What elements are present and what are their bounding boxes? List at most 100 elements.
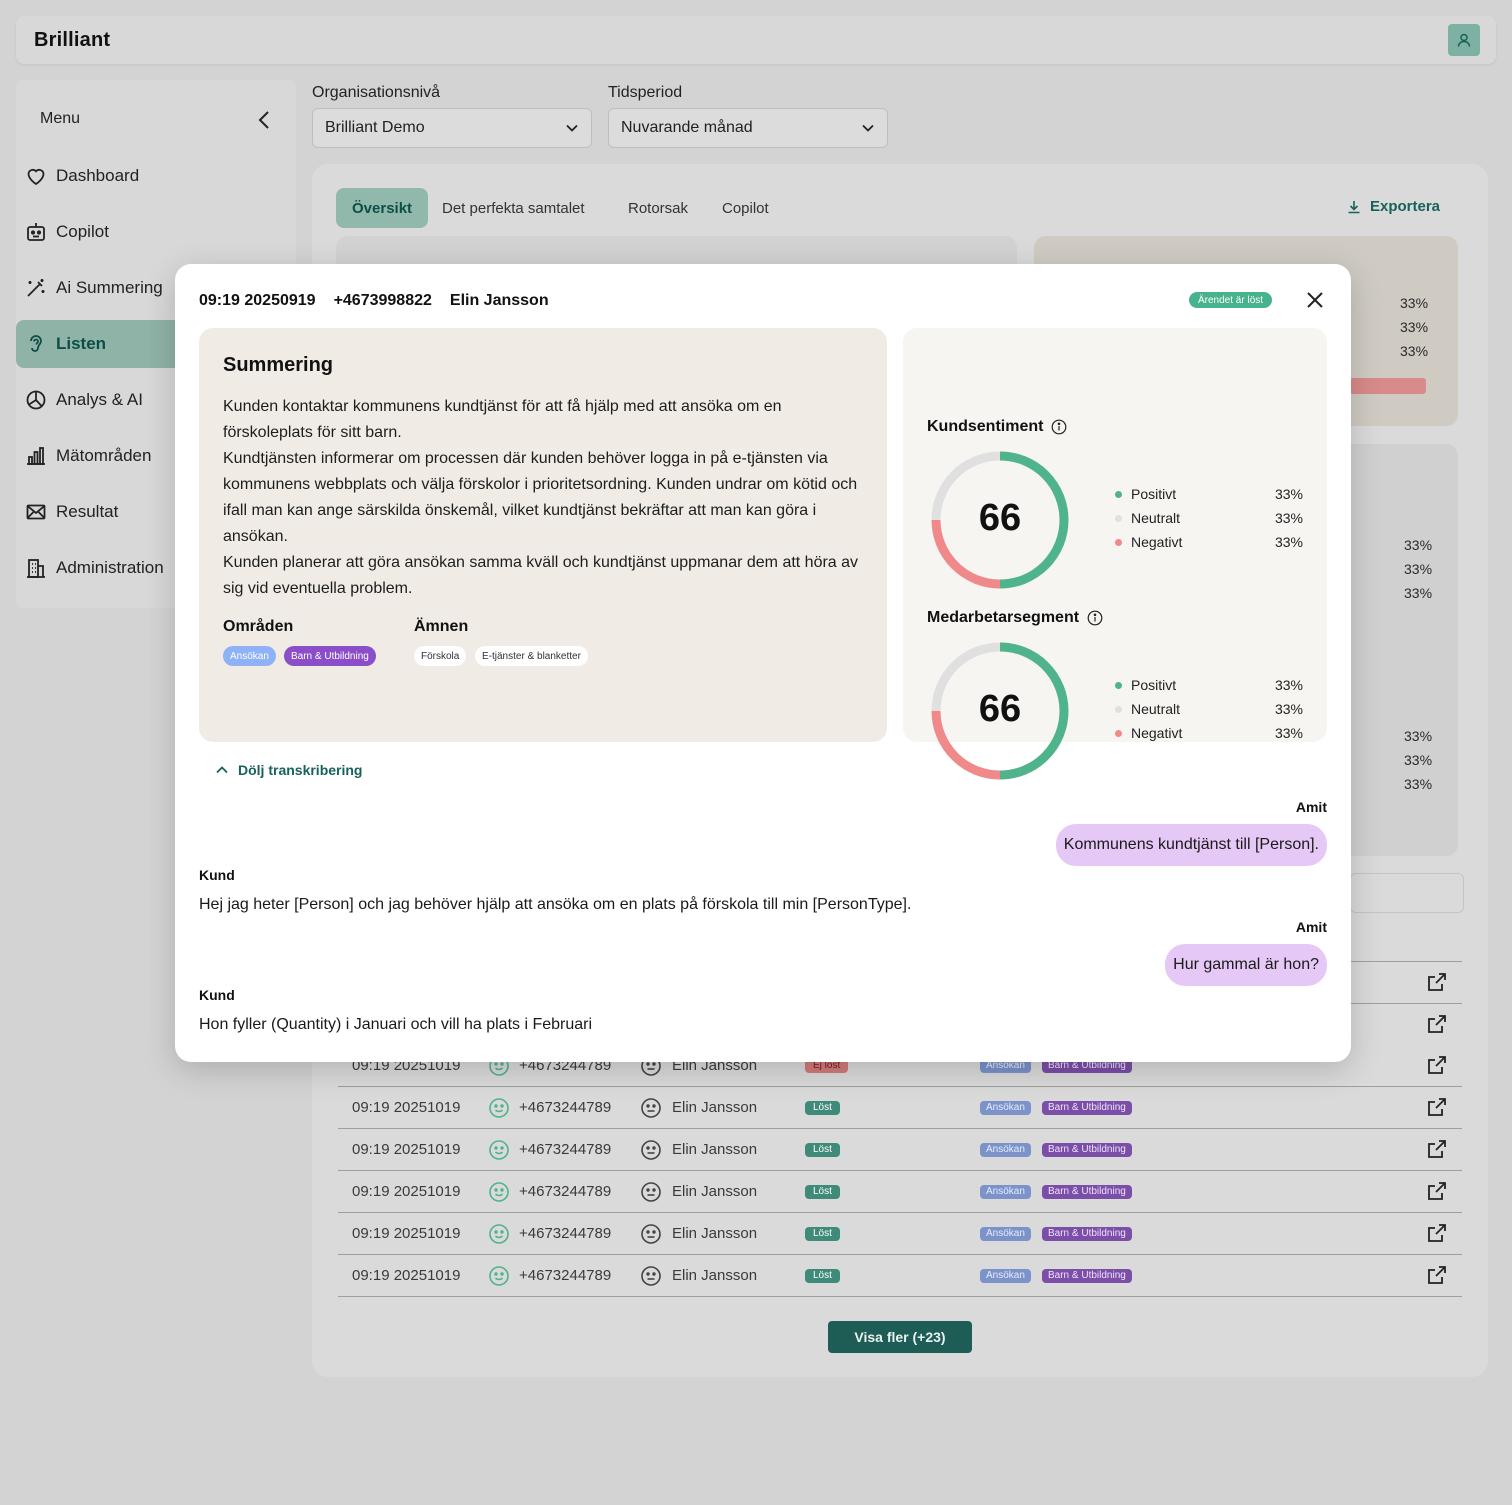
table-search-input[interactable] [1350, 873, 1464, 913]
ear-icon [30, 335, 42, 352]
legend-value: 33% [1274, 510, 1303, 526]
external-link-icon[interactable] [1426, 1180, 1448, 1206]
row-divider [1350, 961, 1462, 962]
info-icon[interactable] [1087, 610, 1103, 626]
chevron-up-icon [216, 766, 228, 774]
area-tag: Ansökan [980, 1185, 1031, 1199]
user-avatar-button[interactable] [1448, 24, 1480, 56]
external-link-icon[interactable] [1426, 1096, 1448, 1122]
external-link-icon[interactable] [1426, 1013, 1448, 1035]
transcript-speaker: Amit [1295, 799, 1327, 815]
sentiment-title-text: Medarbetarsegment [927, 609, 1080, 626]
agent-message-bubble: Hur gammal är hon? [1165, 944, 1327, 986]
legend-dot [1115, 705, 1122, 713]
call-agent: Elin Jansson [449, 292, 549, 309]
smile-icon [488, 1265, 510, 1291]
sentiment-donut: 66 [931, 642, 1069, 780]
negative-bar [1350, 378, 1426, 394]
row-agent: Elin Jansson [672, 1267, 758, 1284]
summary-text: Kunden kontaktar kommunens kundtjänst fö… [223, 394, 867, 602]
legend-value: 33% [1274, 677, 1303, 693]
period-value: Nuvarande månad [621, 119, 753, 136]
sidebar-item-matomraden[interactable]: Mätområden [16, 432, 176, 480]
table-row[interactable]: 09:19 20251019 +4673244789 Elin Jansson Lös… [338, 1171, 1462, 1213]
legend-dot [1115, 681, 1122, 689]
legend-value: 33% [1274, 701, 1303, 717]
period-select[interactable]: Nuvarande månad [608, 108, 888, 148]
transcript-speaker: Amit [1295, 919, 1327, 935]
sidebar-item-label: Resultat [56, 502, 119, 521]
external-link-icon[interactable] [1426, 1264, 1448, 1290]
app-logo[interactable]: Brilliant [34, 29, 110, 52]
close-icon[interactable] [1303, 288, 1327, 312]
area-tag: Barn & Utbildning [1042, 1185, 1132, 1199]
sentiment-card: Kundsentiment 66 Positivt 33% Neutralt 33%… [903, 328, 1327, 780]
hide-transcript-button[interactable]: Dölj transkribering [215, 762, 362, 778]
export-button[interactable]: Exportera [1346, 198, 1440, 215]
sidebar-item-ai-summering[interactable]: Ai Summering [16, 264, 176, 312]
show-more-button[interactable]: Visa fler (+23) [828, 1321, 972, 1353]
external-link-icon[interactable] [1426, 1222, 1448, 1248]
tab-oversikt[interactable]: Översikt [336, 188, 429, 228]
call-time: 09:19 20250919 [199, 292, 316, 309]
table-row[interactable]: 09:19 20251019 +4673244789 Elin Jansson Lös… [338, 1255, 1462, 1297]
sidebar-item-administration[interactable]: Administration [16, 544, 176, 592]
robot-icon [27, 223, 45, 241]
pie-chart-icon [26, 390, 46, 410]
external-link-icon[interactable] [1426, 971, 1448, 993]
external-link-icon[interactable] [1426, 1054, 1448, 1080]
tab-perfekta-samtalet[interactable]: Det perfekta samtalet [426, 188, 601, 228]
percentage-value: 33% [1400, 295, 1429, 311]
area-tag: Ansökan [980, 1227, 1031, 1241]
area-tag: Barn & Utbildning [1042, 1227, 1132, 1241]
row-time: 09:19 20251019 [352, 1099, 461, 1116]
hide-transcript-label: Dölj transkribering [238, 762, 363, 778]
org-level-value: Brilliant Demo [325, 119, 425, 136]
percentage-value: 33% [1404, 728, 1433, 744]
neutral-face-icon [640, 1181, 662, 1207]
table-row[interactable]: 09:19 20251019 +4673244789 Elin Jansson Lös… [338, 1129, 1462, 1171]
sidebar-item-label: Copilot [56, 222, 109, 241]
summary-title: Summering [223, 354, 334, 376]
summary-paragraph: Kunden planerar att göra ansökan samma k… [223, 554, 859, 597]
tab-rotorsak[interactable]: Rotorsak [612, 188, 704, 228]
customer-message: Hon fyller (Quantity) i Januari och vill… [199, 1016, 593, 1033]
chevron-left-icon[interactable] [254, 108, 274, 132]
bar-chart-icon [27, 447, 45, 465]
percentage-value: 33% [1404, 585, 1433, 601]
external-link-icon[interactable] [1426, 1138, 1448, 1164]
tab-copilot[interactable]: Copilot [706, 188, 785, 228]
legend-label: Negativt [1131, 725, 1183, 741]
status-badge: Löst [805, 1185, 840, 1199]
legend-dot [1115, 538, 1122, 546]
legend-label: Neutralt [1131, 510, 1181, 526]
sidebar-item-dashboard[interactable]: Dashboard [16, 152, 296, 200]
sentiment-title-text: Kundsentiment [927, 418, 1044, 435]
legend-item: Negativt 33% [1115, 723, 1303, 743]
customer-sentiment-title: Kundsentiment [927, 418, 1067, 436]
row-agent: Elin Jansson [672, 1099, 758, 1116]
call-phone: +4673998822 [333, 292, 432, 309]
period-label: Tidsperiod [608, 84, 683, 101]
percentage-value: 33% [1404, 752, 1433, 768]
smile-icon [488, 1097, 510, 1123]
menu-title: Menu [40, 110, 81, 127]
row-time: 09:19 20251019 [352, 1183, 461, 1200]
info-icon[interactable] [1051, 419, 1067, 435]
percentage-value: 33% [1404, 561, 1433, 577]
agent-message-bubble: Kommunens kundtjänst till [Person]. [1055, 824, 1327, 866]
legend-dot [1115, 490, 1122, 498]
table-row[interactable]: 09:19 20251019 +4673244789 Elin Jansson Lös… [338, 1213, 1462, 1255]
percentage-value: 33% [1400, 319, 1429, 335]
mail-icon [26, 504, 46, 520]
heart-icon [27, 168, 45, 186]
area-tag: Barn & Utbildning [1042, 1143, 1132, 1157]
row-phone: +4673244789 [519, 1225, 612, 1242]
org-level-select[interactable]: Brilliant Demo [312, 108, 592, 148]
row-divider [1350, 1003, 1462, 1004]
table-row[interactable]: 09:19 20251019 +4673244789 Elin Jansson Lös… [338, 1087, 1462, 1129]
transcript-speaker: Kund [199, 867, 235, 883]
employee-segment-title: Medarbetarsegment [927, 609, 1103, 627]
status-badge: Löst [805, 1269, 840, 1283]
sidebar-item-copilot[interactable]: Copilot [16, 208, 296, 256]
